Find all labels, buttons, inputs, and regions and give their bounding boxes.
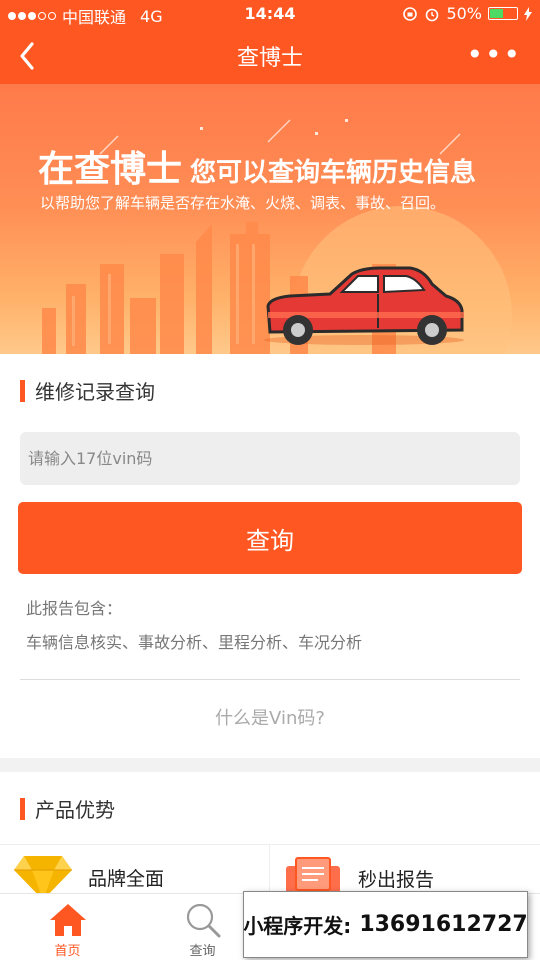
tab-label: 首页 [54, 944, 81, 959]
report-items: 车辆信息核实、事故分析、里程分析、车况分析 [26, 633, 363, 652]
divider [0, 844, 540, 845]
advantages-section-header: 产品优势 [20, 794, 115, 823]
status-bar: 中国联通 4G 14:44 50% [0, 0, 540, 28]
developer-watermark: 小程序开发: 13691612727 [243, 891, 528, 958]
watermark-prefix: 小程序开发: [243, 914, 352, 938]
advantages-section-title: 产品优势 [35, 798, 115, 822]
query-section-title: 维修记录查询 [35, 380, 155, 404]
nav-bar: 查博士 ••• [0, 28, 540, 84]
hero-banner: 在查博士 您可以查询车辆历史信息 以帮助您了解车辆是否存在水淹、火烧、调表、事故、… [0, 84, 540, 354]
report-label: 此报告包含： [26, 599, 123, 618]
page-title: 查博士 [236, 46, 303, 71]
query-button[interactable]: 查询 [18, 502, 522, 574]
charging-bolt-icon [524, 6, 532, 21]
battery-icon [488, 7, 518, 20]
what-is-vin-link[interactable]: 什么是Vin码? [0, 704, 540, 730]
home-icon [49, 904, 86, 936]
query-section-header: 维修记录查询 [20, 376, 155, 405]
banner-subline: 以帮助您了解车辆是否存在水淹、火烧、调表、事故、召回。 [40, 194, 446, 212]
section-accent-bar [20, 379, 25, 402]
advantage-label: 秒出报告 [358, 868, 435, 891]
divider [20, 679, 520, 680]
tab-home[interactable]: 首页 [0, 894, 135, 960]
watermark-phone: 13691612727 [359, 912, 528, 937]
tab-label: 查询 [189, 944, 216, 959]
vin-input[interactable] [20, 432, 520, 485]
query-card: 维修记录查询 查询 此报告包含： 车辆信息核实、事故分析、里程分析、车况分析 什… [0, 354, 540, 758]
banner-headline-small: 您可以查询车辆历史信息 [190, 158, 477, 188]
alarm-icon [426, 8, 439, 21]
status-right: 50% [402, 4, 532, 23]
more-button[interactable]: ••• [466, 41, 522, 69]
rotation-lock-icon [403, 6, 418, 21]
banner-headline-big: 在查博士 [38, 149, 183, 190]
battery-percent: 50% [446, 4, 482, 23]
search-icon [186, 903, 220, 938]
advantage-label: 品牌全面 [88, 867, 165, 890]
banner-illustration [42, 119, 512, 354]
section-accent-bar [20, 797, 25, 820]
banner-headline: 在查博士 您可以查询车辆历史信息 [38, 140, 476, 192]
